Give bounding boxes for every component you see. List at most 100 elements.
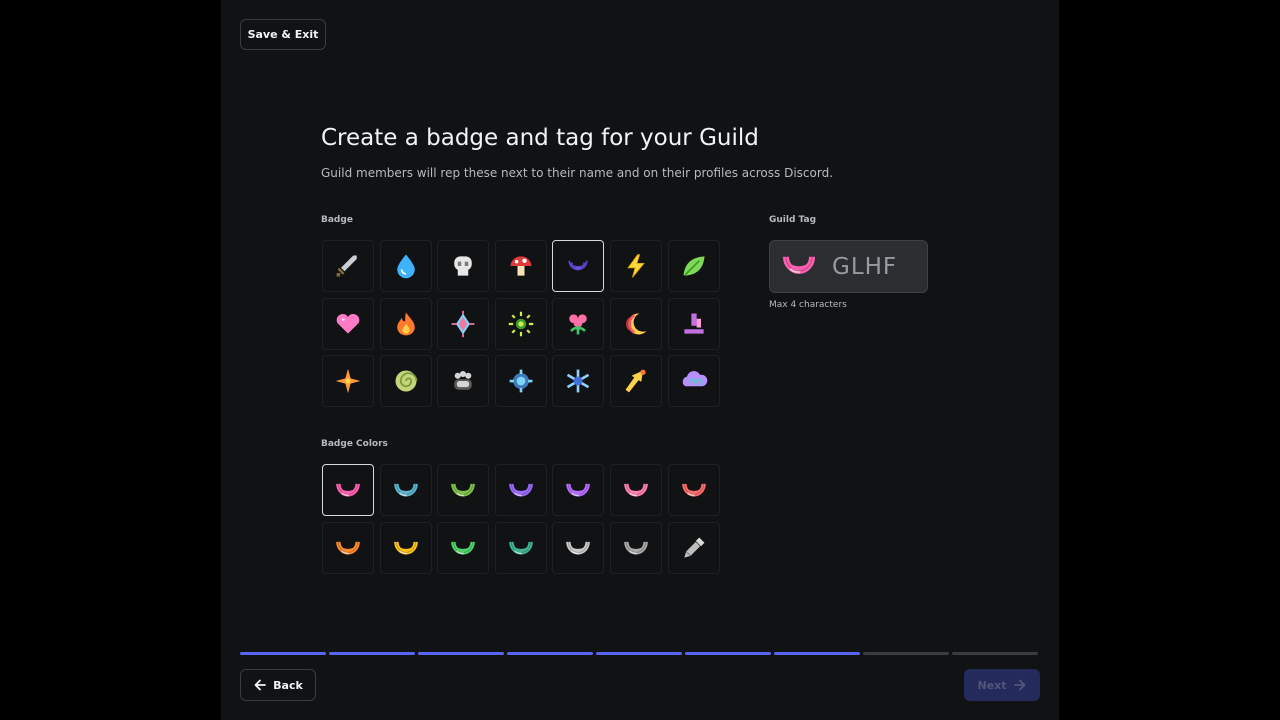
badge-option-spiral-shell[interactable] [379, 355, 432, 408]
badge-section-label: Badge [321, 215, 353, 225]
badge-option-compass-star[interactable] [322, 355, 374, 408]
progress-segment [596, 652, 682, 655]
progress-segment [863, 652, 949, 655]
moon-icon [564, 534, 592, 562]
badge-option-heart[interactable] [322, 297, 374, 350]
arrow-bolt-icon [622, 367, 650, 395]
lightning-icon [622, 252, 650, 280]
badge-option-paw[interactable] [437, 355, 490, 408]
badge-color-option[interactable] [379, 521, 432, 574]
moon-icon [507, 476, 535, 504]
badge-color-option[interactable] [322, 521, 374, 574]
badge-option-lightning[interactable] [609, 240, 662, 292]
crescent-stripes-icon [622, 310, 650, 338]
badge-option-cloud-swirl[interactable] [667, 355, 720, 408]
moon-icon [680, 476, 708, 504]
moon-icon [334, 534, 362, 562]
crystal-icon [680, 310, 708, 338]
progress-segment [685, 652, 771, 655]
badge-option-mushroom[interactable] [494, 240, 547, 292]
badge-color-option[interactable] [609, 464, 662, 516]
badge-option-fire[interactable] [379, 297, 432, 350]
save-exit-label: Save & Exit [247, 28, 319, 41]
badge-option-skull[interactable] [437, 240, 490, 292]
snowflake-icon [564, 367, 592, 395]
badge-option-flower[interactable] [552, 297, 605, 350]
badge-colors-section-label: Badge Colors [321, 439, 388, 449]
moon-icon [564, 476, 592, 504]
guild-tag-preview[interactable]: GLHF [769, 240, 928, 293]
moon-icon [449, 476, 477, 504]
sword-icon [334, 252, 362, 280]
badge-color-option[interactable] [322, 464, 374, 516]
back-button[interactable]: Back [240, 669, 316, 701]
badge-color-option[interactable] [667, 464, 720, 516]
arrow-left-icon [254, 679, 267, 691]
progress-bar [240, 652, 1038, 655]
leaf-icon [680, 252, 708, 280]
badge-option-sun[interactable] [494, 297, 547, 350]
eyedropper-icon [680, 534, 708, 562]
arrow-right-icon [1013, 679, 1025, 691]
water-drop-icon [392, 252, 420, 280]
skull-icon [449, 252, 477, 280]
badge-color-option[interactable] [609, 521, 662, 574]
badge-option-sparkle-gem[interactable] [437, 297, 490, 350]
tag-badge-moon-icon [780, 246, 818, 288]
badge-color-option[interactable] [552, 521, 605, 574]
badge-option-crystal[interactable] [667, 297, 720, 350]
moon-icon [564, 252, 592, 280]
badge-color-option[interactable] [437, 521, 490, 574]
moon-icon [507, 534, 535, 562]
badge-option-snowflake[interactable] [552, 355, 605, 408]
badge-color-option[interactable] [494, 521, 547, 574]
moon-icon [392, 534, 420, 562]
badge-option-gear-orb[interactable] [494, 355, 547, 408]
guild-tag-hint: Max 4 characters [769, 300, 847, 310]
moon-icon [449, 534, 477, 562]
fire-icon [392, 310, 420, 338]
page-title: Create a badge and tag for your Guild [321, 125, 759, 151]
progress-segment [418, 652, 504, 655]
badge-color-option[interactable] [552, 464, 605, 516]
sparkle-gem-icon [449, 310, 477, 338]
paw-icon [449, 367, 477, 395]
progress-segment [507, 652, 593, 655]
badge-option-arrow-bolt[interactable] [609, 355, 662, 408]
compass-star-icon [334, 367, 362, 395]
next-button[interactable]: Next [964, 669, 1040, 701]
gear-orb-icon [507, 367, 535, 395]
badge-option-moon[interactable] [552, 240, 605, 292]
spiral-shell-icon [392, 367, 420, 395]
badge-grid [322, 240, 720, 408]
progress-segment [952, 652, 1038, 655]
cloud-swirl-icon [680, 367, 708, 395]
moon-icon [622, 476, 650, 504]
progress-segment [774, 652, 860, 655]
badge-color-option[interactable] [437, 464, 490, 516]
heart-icon [334, 310, 362, 338]
badge-color-grid [322, 464, 720, 574]
progress-segment [329, 652, 415, 655]
page-subtitle: Guild members will rep these next to the… [321, 166, 834, 180]
guild-tag-label: Guild Tag [769, 215, 817, 225]
badge-color-option[interactable] [379, 464, 432, 516]
moon-icon [334, 476, 362, 504]
moon-icon [392, 476, 420, 504]
onboarding-panel: Save & Exit Create a badge and tag for y… [221, 0, 1059, 720]
guild-tag-text: GLHF [832, 253, 898, 280]
badge-option-leaf[interactable] [667, 240, 720, 292]
save-exit-button[interactable]: Save & Exit [240, 19, 326, 50]
back-label: Back [273, 678, 303, 692]
badge-option-crescent-stripes[interactable] [609, 297, 662, 350]
sun-icon [507, 310, 535, 338]
moon-icon [622, 534, 650, 562]
mushroom-icon [507, 252, 535, 280]
progress-segment [240, 652, 326, 655]
badge-option-sword[interactable] [322, 240, 374, 292]
badge-color-custom[interactable] [667, 521, 720, 574]
badge-option-water-drop[interactable] [379, 240, 432, 292]
flower-icon [564, 310, 592, 338]
badge-color-option[interactable] [494, 464, 547, 516]
next-label: Next [977, 678, 1007, 692]
